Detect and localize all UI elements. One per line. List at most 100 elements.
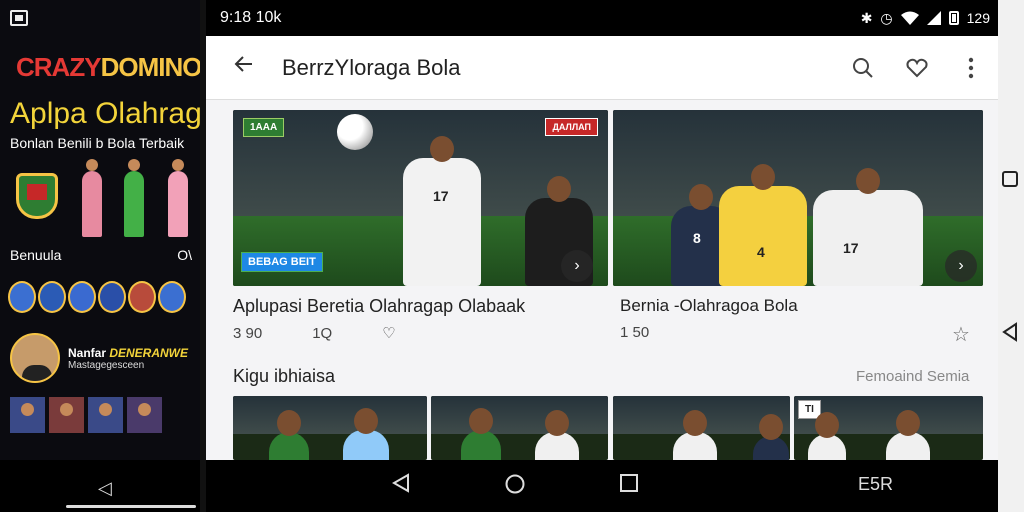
wifi-icon [900,11,919,25]
player-figure [753,414,789,460]
nav-back-icon[interactable] [391,473,410,498]
football-icon [337,114,373,150]
player-figure [269,410,309,460]
heart-icon[interactable] [890,56,944,80]
club-crest-icon [16,173,58,219]
promo-title: Nanfar DENERANWE [68,346,188,360]
recents-icon[interactable] [1001,170,1019,193]
jersey-number: 4 [757,244,765,260]
video-thumb[interactable]: TI [794,396,983,460]
gesture-bar[interactable] [66,505,196,508]
search-icon[interactable] [836,56,890,80]
page-title: BerrzYloraga Bola [282,54,461,80]
left-row-value: O\ [177,247,192,263]
player-card[interactable] [127,397,162,433]
view-count: 1 50 [620,324,650,341]
brand-part2: DOMINO [100,52,200,82]
avatar[interactable] [68,281,96,313]
featured-video-2[interactable]: 8 4 17 › [613,110,983,286]
featured-caption-2[interactable]: Bernia -Olahragoa Bola [620,296,798,316]
main-phone-screen: 9:18 10k ✱ ◷ 129 BerrzYloraga Bola 1AAA … [206,0,998,512]
nav-recents-icon[interactable] [620,473,638,498]
player-card-row [0,383,200,433]
more-vert-icon[interactable] [944,57,998,79]
left-nav-bar: ◁ [0,460,200,512]
promo-subtitle: Mastagegesceen [68,359,145,371]
fan-figure [124,159,144,237]
heart-outline-icon[interactable]: ♡ [382,324,395,342]
status-time: 9:18 10k [220,9,282,26]
battery-icon [948,11,959,25]
avatar[interactable] [158,281,186,313]
player-figure: 17 [403,136,481,286]
badge-top: 1AAA [243,118,285,137]
promo-avatar [10,333,60,383]
player-figure [535,410,579,460]
sponsor-banner: BEBAG BEIT [241,252,323,272]
screenshot-icon [10,10,28,26]
brand-logo: CRAZYDOMINO [0,36,200,83]
back-icon[interactable] [1001,322,1019,347]
video-thumb[interactable] [613,396,790,460]
left-subtitle: Bonlan Benili b Bola Terbaik [10,135,185,151]
player-figure: 17 [813,168,923,286]
comment-count: 1Q [312,324,333,342]
video-thumb[interactable] [233,396,427,460]
promo-title-accent: DENERANWE [109,345,189,360]
app-bar: BerrzYloraga Bola [206,36,998,100]
avatar[interactable] [8,281,36,313]
player-card[interactable] [49,397,84,433]
fan-figure [168,159,188,237]
jersey-number: 8 [693,230,701,246]
right-nav-rail [998,0,1024,512]
left-status-bar [0,0,200,36]
player-card[interactable] [88,397,123,433]
jersey-number: 17 [433,188,449,204]
stadium-background [233,396,427,435]
featured-meta-1: 3 90 1Q ♡ [233,324,396,343]
arrow-left-icon[interactable] [206,52,282,83]
featured-video-1[interactable]: 1AAA ДАЛЛАП 17 BEBAG BEIT › [233,110,608,286]
player-avatar-row [0,263,200,313]
view-count: 3 90 [233,324,263,342]
nav-home-icon[interactable] [504,473,526,500]
star-outline-icon[interactable]: ☆ [952,322,970,347]
promo-banner[interactable]: Nanfar DENERANWE Mastagegesceen [0,313,200,383]
featured-meta-2: 1 50 [620,324,649,341]
chevron-right-icon[interactable]: › [945,250,977,282]
status-icons: ✱ ◷ 129 [861,10,990,27]
avatar[interactable] [98,281,126,313]
channel-logo: ДАЛЛАП [545,118,598,136]
see-all-link[interactable]: Femoaind Semia [856,368,969,385]
avatar[interactable] [128,281,156,313]
stadium-background [431,396,608,435]
alarm-icon: ◷ [880,9,893,26]
nav-extra-label[interactable]: E5R [858,474,893,495]
left-title: Aplpa Olahrag [10,97,200,130]
content-area: 1AAA ДАЛЛАП 17 BEBAG BEIT › Aplupasi Ber… [206,100,998,460]
section-title: Kigu ibhiaisa [233,366,336,386]
player-card[interactable] [10,397,45,433]
left-row: Benuula O\ [0,245,200,263]
bluetooth-icon: ✱ [860,9,873,26]
left-row-label: Benuula [10,247,62,263]
player-figure [673,410,717,460]
featured-caption-1[interactable]: Aplupasi Beretia Olahragap Olabaak [233,296,525,317]
signal-icon [926,11,941,25]
side-app-preview[interactable]: CRAZYDOMINO Aplpa Olahrag Bonlan Benili … [0,0,200,512]
player-figure [343,408,389,460]
player-figure [808,412,846,460]
player-figure [461,408,501,460]
chevron-right-icon[interactable]: › [561,250,593,282]
avatar[interactable] [38,281,66,313]
system-nav-bar: E5R [206,460,998,512]
jersey-number: 17 [843,240,859,256]
nav-back-icon[interactable]: ◁ [98,478,112,499]
battery-text: 129 [966,10,990,26]
fans-illustration [0,159,200,245]
player-figure: 4 [719,164,807,286]
brand-part1: CRAZY [16,52,102,82]
promo-title-plain: Nanfar [68,345,110,360]
video-thumb[interactable] [431,396,608,460]
player-figure [886,410,930,460]
